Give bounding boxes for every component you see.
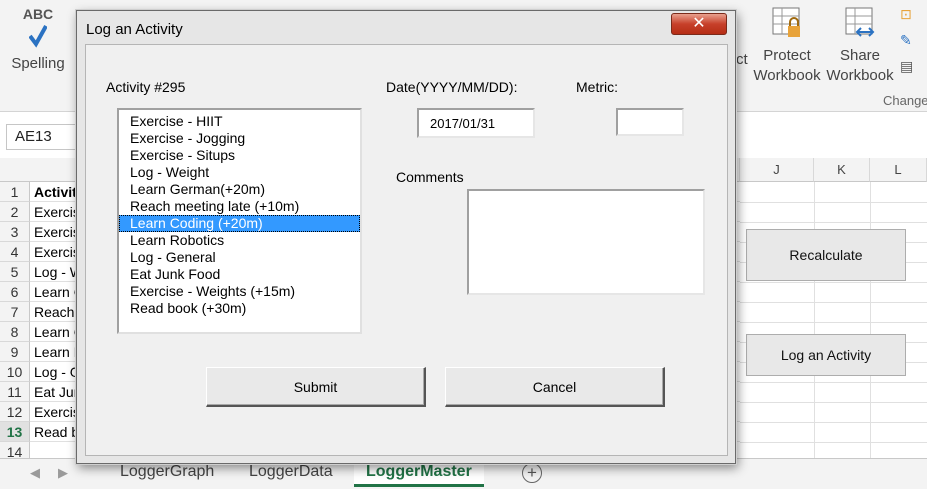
row-header[interactable]: 11: [0, 382, 30, 402]
protect-workbook-line1: Protect: [763, 47, 811, 64]
log-activity-dialog: Log an Activity ✕ Activity #295 Exercise…: [76, 10, 736, 464]
share-workbook-button[interactable]: Share Workbook: [823, 6, 897, 86]
comments-label: Comments: [396, 169, 464, 185]
row-header[interactable]: 4: [0, 242, 30, 262]
gridline: [740, 202, 927, 203]
metric-field[interactable]: [616, 108, 684, 136]
list-item[interactable]: Learn Coding (+20m): [119, 215, 360, 232]
list-item[interactable]: Exercise - Situps: [119, 147, 360, 164]
list-item[interactable]: Exercise - Weights (+15m): [119, 283, 360, 300]
column-header-k[interactable]: K: [814, 158, 870, 182]
row-header[interactable]: 5: [0, 262, 30, 282]
spelling-label: Spelling: [11, 55, 65, 72]
share-workbook-line1: Share: [839, 47, 881, 64]
spelling-button[interactable]: ABC Spelling: [6, 4, 70, 74]
gridline: [740, 282, 927, 283]
add-sheet-icon[interactable]: +: [522, 463, 542, 483]
row-header[interactable]: 13: [0, 422, 30, 442]
list-item[interactable]: Learn German(+20m): [119, 181, 360, 198]
gridline: [814, 182, 815, 458]
row-header[interactable]: 1: [0, 182, 30, 202]
recalculate-button[interactable]: Recalculate: [746, 229, 906, 281]
row-header[interactable]: 8: [0, 322, 30, 342]
cancel-button[interactable]: Cancel: [445, 367, 665, 407]
row-header[interactable]: 6: [0, 282, 30, 302]
protect-workbook-line2: Workbook: [753, 67, 821, 84]
dialog-body: Activity #295 Exercise - HIIT Exercise - …: [85, 44, 728, 456]
date-field[interactable]: [417, 108, 535, 138]
share-workbook-line2: Workbook: [826, 67, 894, 84]
row-header[interactable]: 3: [0, 222, 30, 242]
allow-edit-icon[interactable]: ✎: [900, 32, 912, 49]
list-item[interactable]: Exercise - HIIT: [119, 113, 360, 130]
list-item[interactable]: Log - General: [119, 249, 360, 266]
protect-workbook-button[interactable]: Protect Workbook: [748, 6, 826, 86]
tab-scroll-left-icon[interactable]: ◀: [30, 465, 40, 481]
row-header[interactable]: 7: [0, 302, 30, 322]
gridline: [740, 422, 927, 423]
row-header[interactable]: 10: [0, 362, 30, 382]
spelling-check-icon: [28, 25, 48, 48]
list-item[interactable]: Exercise - Jogging: [119, 130, 360, 147]
activity-label: Activity #295: [106, 79, 186, 95]
activity-listbox[interactable]: Exercise - HIIT Exercise - Jogging Exercis…: [117, 108, 362, 334]
list-item[interactable]: Reach meeting late (+10m): [119, 198, 360, 215]
gridline: [740, 442, 927, 443]
column-header-l[interactable]: L: [870, 158, 927, 182]
close-icon[interactable]: ✕: [671, 13, 727, 35]
list-item[interactable]: Eat Junk Food: [119, 266, 360, 283]
protect-workbook-icon: [772, 7, 800, 37]
share-workbook-icon: [845, 7, 875, 37]
date-label: Date(YYYY/MM/DD):: [386, 79, 518, 95]
list-item[interactable]: Learn Robotics: [119, 232, 360, 249]
protect-sheet-icon[interactable]: ⊡: [900, 6, 912, 23]
tab-scroll-right-icon[interactable]: ▶: [58, 465, 68, 481]
log-activity-button[interactable]: Log an Activity: [746, 334, 906, 376]
row-header[interactable]: 9: [0, 342, 30, 362]
submit-button[interactable]: Submit: [206, 367, 426, 407]
column-header-j[interactable]: J: [740, 158, 814, 182]
gridline: [740, 302, 927, 303]
row-header[interactable]: 12: [0, 402, 30, 422]
partial-button-label: ct: [736, 51, 748, 68]
excel-window: ABC Spelling ct Protect Workbook Share W…: [0, 0, 927, 489]
spelling-abc: ABC: [22, 6, 54, 22]
dialog-title: Log an Activity: [86, 21, 183, 38]
list-item[interactable]: Log - Weight: [119, 164, 360, 181]
gridline: [740, 322, 927, 323]
gridline: [740, 382, 927, 383]
changes-group-label: Change: [883, 93, 927, 108]
metric-label: Metric:: [576, 79, 618, 95]
row-header[interactable]: 2: [0, 202, 30, 222]
gridline: [740, 222, 927, 223]
track-changes-icon[interactable]: ▤: [900, 58, 913, 75]
gridline: [870, 182, 871, 458]
gridline: [740, 402, 927, 403]
comments-field[interactable]: [467, 189, 705, 295]
list-item[interactable]: Read book (+30m): [119, 300, 360, 317]
